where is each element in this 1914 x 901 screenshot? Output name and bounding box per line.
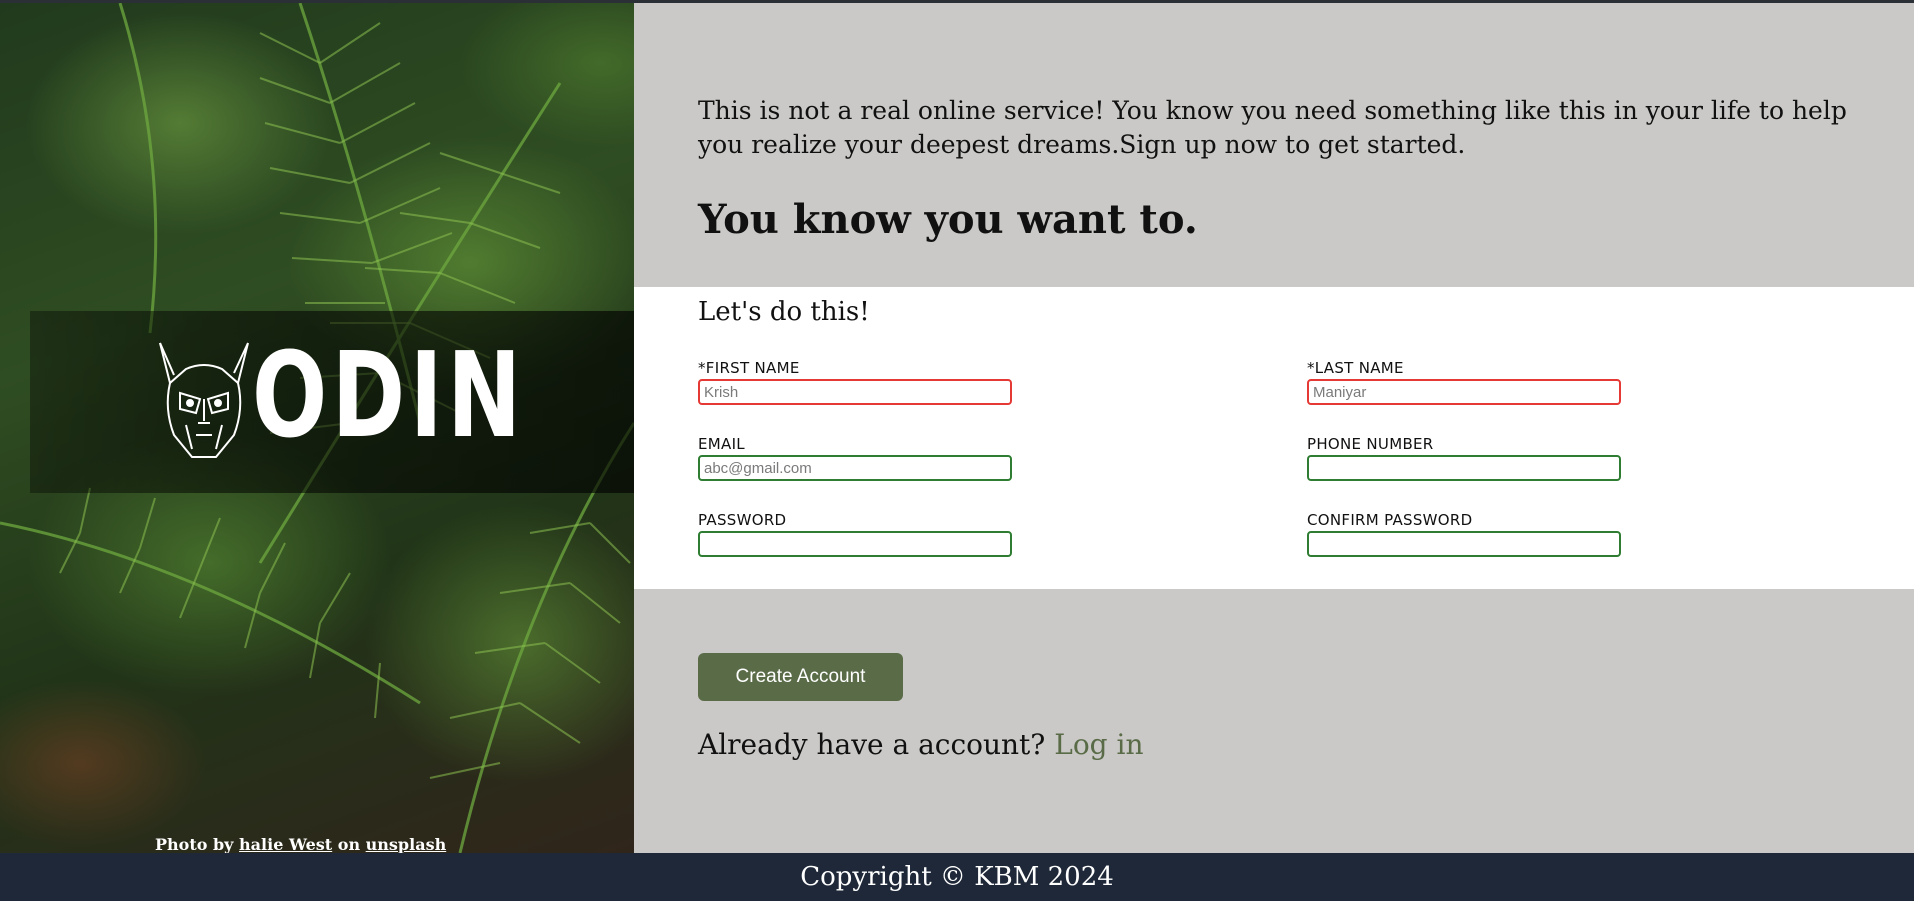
last-name-input[interactable]	[1307, 379, 1621, 405]
copyright-text: Copyright © KBM 2024	[800, 862, 1114, 892]
last-name-label: *LAST NAME	[1307, 359, 1404, 377]
intro-text: This is not a real online service! You k…	[698, 96, 1847, 159]
tagline: You know you want to.	[698, 196, 1198, 243]
email-field: EMAIL	[698, 435, 1012, 481]
confirm-password-field: CONFIRM PASSWORD	[1307, 511, 1621, 557]
phone-label: PHONE NUMBER	[1307, 435, 1434, 453]
signup-form: Let's do this! *FIRST NAME *LAST NAME EM…	[634, 287, 1914, 589]
credit-prefix: Photo by	[155, 835, 234, 853]
email-label: EMAIL	[698, 435, 745, 453]
password-label: PASSWORD	[698, 511, 787, 529]
credit-on: on	[337, 835, 361, 853]
last-name-field: *LAST NAME	[1307, 359, 1621, 405]
login-prompt: Already have a account? Log in	[698, 728, 1144, 761]
photo-credit: Photo by halie West on unsplash	[155, 835, 446, 853]
confirm-password-input[interactable]	[1307, 531, 1621, 557]
create-account-button[interactable]: Create Account	[698, 653, 903, 701]
credit-site-link[interactable]: unsplash	[366, 835, 447, 853]
form-title: Let's do this!	[698, 297, 870, 327]
confirm-password-label: CONFIRM PASSWORD	[1307, 511, 1473, 529]
phone-input[interactable]	[1307, 455, 1621, 481]
logo-text: ODIN	[252, 326, 526, 464]
first-name-field: *FIRST NAME	[698, 359, 1012, 405]
first-name-input[interactable]	[698, 379, 1012, 405]
footer: Copyright © KBM 2024	[0, 853, 1914, 901]
viking-helmet-icon	[159, 342, 249, 458]
phone-field: PHONE NUMBER	[1307, 435, 1621, 481]
login-prompt-text: Already have a account?	[698, 728, 1046, 761]
email-input[interactable]	[698, 455, 1012, 481]
credit-author-link[interactable]: halie West	[239, 835, 332, 853]
password-field: PASSWORD	[698, 511, 1012, 557]
login-link[interactable]: Log in	[1054, 728, 1143, 761]
first-name-label: *FIRST NAME	[698, 359, 800, 377]
password-input[interactable]	[698, 531, 1012, 557]
hero-image: ODIN Photo by halie West on unsplash	[0, 3, 634, 853]
